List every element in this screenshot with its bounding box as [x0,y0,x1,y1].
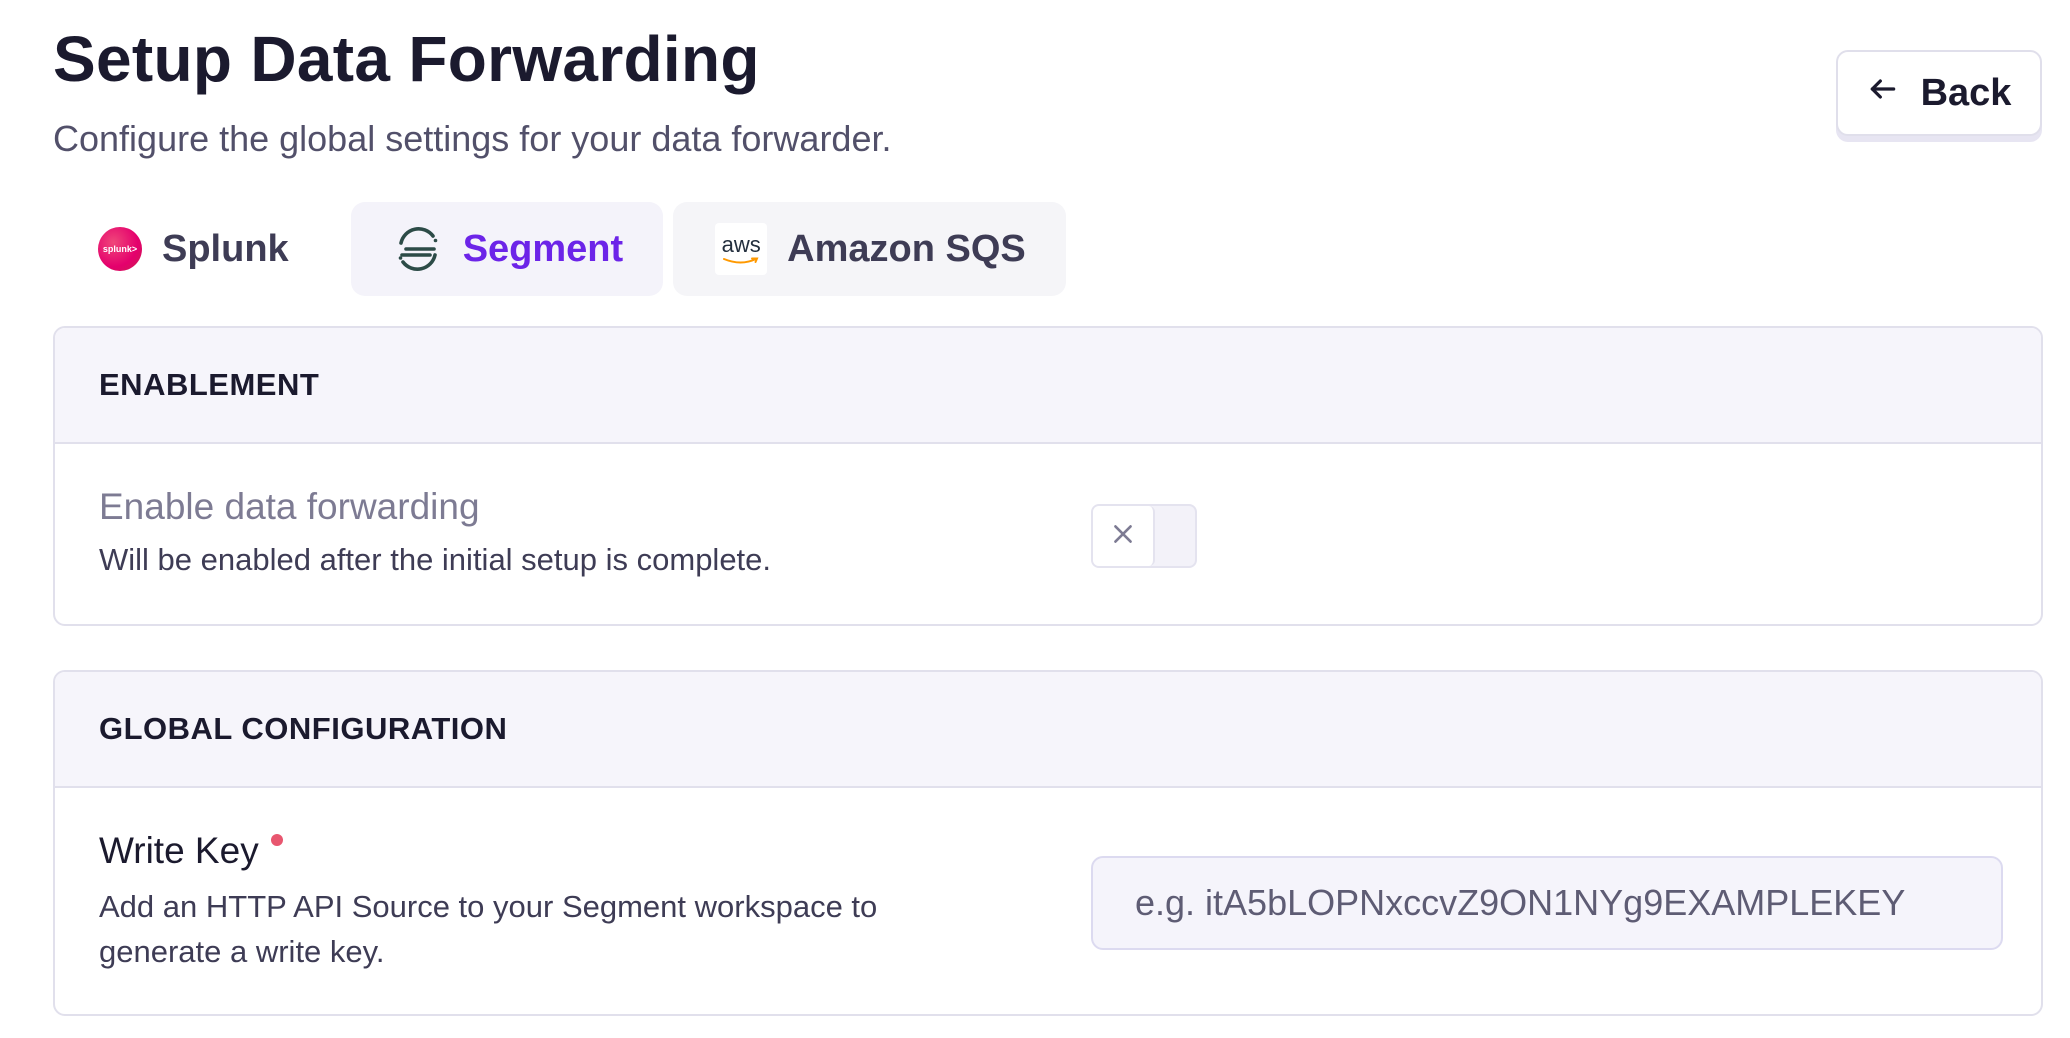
write-key-label: Write Key [99,830,259,871]
tab-splunk[interactable]: splunk> Splunk [53,202,341,296]
back-button-label: Back [1920,71,2012,114]
page-subtitle: Configure the global settings for your d… [53,118,892,159]
enable-forwarding-toggle[interactable] [1091,504,1197,568]
enablement-card: ENABLEMENT Enable data forwarding Will b… [53,326,2043,626]
write-key-label-row: Write Key [99,830,283,872]
write-key-input[interactable] [1091,856,2003,950]
tab-amazon-sqs-label: Amazon SQS [787,227,1026,270]
tab-segment-label: Segment [462,227,624,270]
tab-amazon-sqs[interactable]: aws Amazon SQS [673,202,1066,296]
toggle-knob [1093,506,1155,566]
global-configuration-header: GLOBAL CONFIGURATION [55,672,2041,788]
enablement-header: ENABLEMENT [55,328,2041,444]
enable-forwarding-label: Enable data forwarding [99,486,480,527]
back-button[interactable]: Back [1836,50,2042,136]
aws-logo-icon: aws [715,223,768,275]
arrow-left-icon [1867,72,1899,115]
tab-splunk-label: Splunk [162,227,289,270]
tab-segment[interactable]: Segment [350,202,664,296]
required-indicator [270,834,283,846]
close-icon [1110,521,1136,552]
page-title: Setup Data Forwarding [53,23,760,95]
global-configuration-card: GLOBAL CONFIGURATION Write Key Add an HT… [53,670,2043,1016]
page: Setup Data Forwarding Configure the glob… [0,0,2070,1038]
write-key-description: Add an HTTP API Source to your Segment w… [99,889,878,969]
splunk-logo-icon: splunk> [98,227,142,271]
enable-forwarding-description: Will be enabled after the initial setup … [99,542,772,577]
segment-logo-icon [393,224,443,274]
forwarder-tabs: splunk> Splunk Segment aws Amazon SQS [53,202,1066,296]
